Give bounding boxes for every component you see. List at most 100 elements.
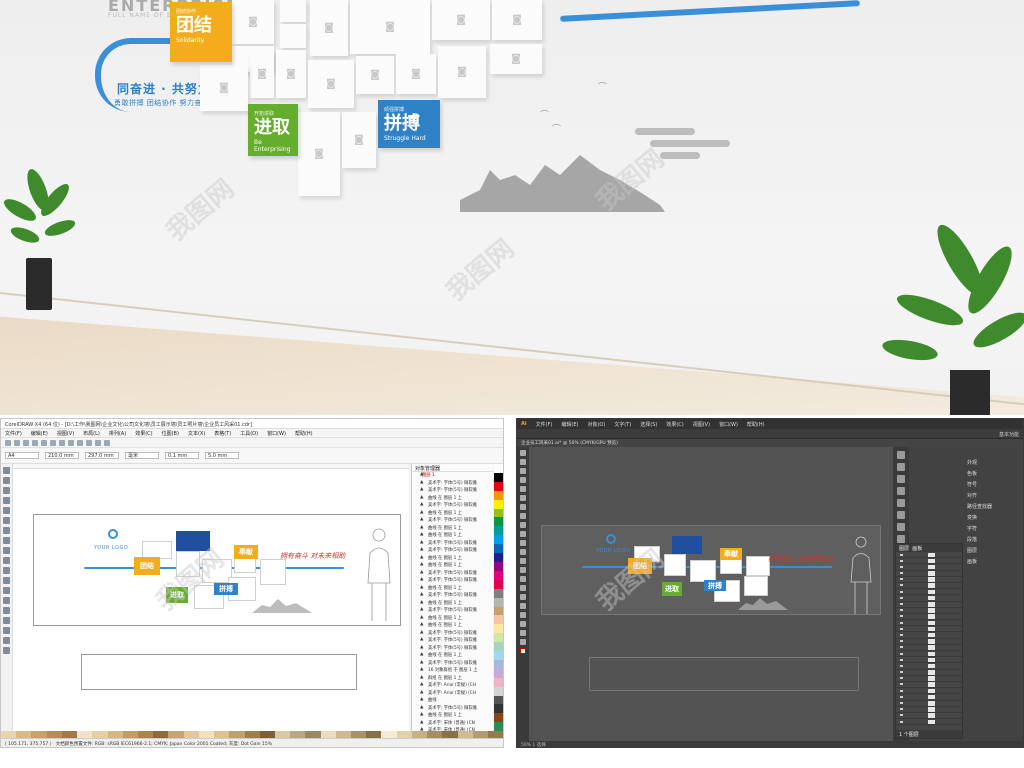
eyedropper-icon[interactable] (3, 617, 10, 624)
layer-row[interactable] (896, 719, 962, 726)
artboard-tool-icon[interactable] (520, 621, 526, 627)
polygon-tool-icon[interactable] (3, 547, 10, 554)
import-icon[interactable] (86, 439, 92, 446)
interactive-fill-icon[interactable] (3, 647, 10, 654)
height-field[interactable]: 297.0 mm (85, 452, 119, 459)
pathfinder-icon[interactable] (897, 499, 905, 507)
fill-stroke-icon[interactable] (520, 648, 526, 654)
color-swatch[interactable] (168, 731, 184, 738)
hand-tool-icon[interactable] (520, 630, 526, 636)
object-row[interactable]: 群组 在 图层 1 上 (412, 675, 493, 683)
color-swatch[interactable] (494, 597, 503, 607)
menu-item[interactable]: 排列(A) (109, 430, 126, 437)
menu-item[interactable]: 窗口(W) (719, 421, 738, 428)
color-swatch[interactable] (494, 651, 503, 660)
object-row[interactable]: 美术字: 字体(5号) 微软雅 (412, 502, 493, 510)
panel-name[interactable]: 符号 (967, 481, 1019, 492)
color-swatch[interactable] (494, 668, 503, 678)
gradient-icon[interactable] (520, 594, 526, 600)
basic-shapes-icon[interactable] (3, 557, 10, 564)
color-swatch[interactable] (494, 713, 503, 723)
color-swatch[interactable] (366, 731, 382, 738)
object-row[interactable]: 曲线 (412, 697, 493, 705)
color-swatch[interactable] (290, 731, 306, 738)
transform-icon[interactable] (897, 511, 905, 519)
symbols-icon[interactable] (897, 475, 905, 483)
menu-item[interactable]: 对象(O) (587, 421, 605, 428)
object-row[interactable]: 曲线 在 图层 1 上 (412, 652, 493, 660)
color-swatch[interactable] (457, 731, 473, 738)
object-row[interactable]: 曲线 在 图层 1 上 (412, 555, 493, 563)
shape-tool-icon[interactable] (3, 477, 10, 484)
object-row[interactable]: 曲线 在 图层 1 上 (412, 495, 493, 503)
units-field[interactable]: 毫米 (125, 452, 159, 459)
color-swatch[interactable] (16, 731, 32, 738)
brush-tool-icon[interactable] (520, 522, 526, 528)
print-icon[interactable] (32, 439, 38, 446)
free-transform-icon[interactable] (520, 576, 526, 582)
color-swatch[interactable] (494, 695, 503, 705)
color-swatch[interactable] (183, 731, 199, 738)
color-swatch[interactable] (92, 731, 108, 738)
color-swatch[interactable] (381, 731, 397, 738)
table-tool-icon[interactable] (3, 577, 10, 584)
menu-item[interactable]: 编辑(E) (31, 430, 48, 437)
color-swatch[interactable] (153, 731, 169, 738)
panel-name[interactable]: 色板 (967, 470, 1019, 481)
eraser-icon[interactable] (520, 540, 526, 546)
pen-tool-icon[interactable] (520, 486, 526, 492)
appearance-icon[interactable] (897, 451, 905, 459)
color-swatch[interactable] (494, 633, 503, 643)
color-swatch[interactable] (274, 731, 291, 738)
color-swatch[interactable] (494, 606, 503, 616)
color-swatch[interactable] (494, 490, 503, 500)
panel-name[interactable]: 路径查找器 (967, 503, 1019, 514)
menu-item[interactable]: 效果(C) (135, 430, 152, 437)
object-row[interactable]: 美术字: 字体(5号) 微软雅 (412, 487, 493, 495)
color-swatch[interactable] (494, 704, 503, 714)
eyedropper-icon[interactable] (520, 603, 526, 609)
object-row[interactable]: 美术字: 字体(5号) 微软雅 (412, 517, 493, 525)
color-swatch[interactable] (494, 722, 503, 732)
menu-item[interactable]: 帮助(H) (295, 430, 313, 437)
object-row[interactable]: 曲线 在 图层 1 上 (412, 525, 493, 533)
line-tool-icon[interactable] (520, 504, 526, 510)
object-row[interactable]: 曲线 在 图层 1 上 (412, 622, 493, 630)
object-row[interactable]: 曲线 在 图层 1 上 (412, 600, 493, 608)
color-swatch[interactable] (107, 731, 123, 738)
selection-tool-icon[interactable] (520, 450, 526, 456)
rectangle-tool-icon[interactable] (3, 527, 10, 534)
color-swatch[interactable] (494, 544, 503, 554)
color-swatch[interactable] (494, 517, 503, 527)
direct-select-icon[interactable] (520, 459, 526, 465)
color-swatch[interactable] (122, 731, 138, 738)
panel-name[interactable]: 变换 (967, 514, 1019, 525)
object-row[interactable]: 美术字: 字体(5号) 微软雅 (412, 607, 493, 615)
freehand-tool-icon[interactable] (3, 507, 10, 514)
color-swatch[interactable] (229, 731, 245, 738)
menu-item[interactable]: 文字(T) (614, 421, 631, 428)
text-tool-icon[interactable] (3, 567, 10, 574)
rectangle-tool-icon[interactable] (520, 513, 526, 519)
width-field[interactable]: 210.0 mm (45, 452, 79, 459)
workspace-switcher[interactable]: 基本功能 (999, 431, 1019, 438)
nudge-field[interactable]: 0.1 mm (165, 452, 199, 459)
object-row[interactable]: 曲线 在 图层 1 上 (412, 585, 493, 593)
pencil-tool-icon[interactable] (520, 531, 526, 537)
rotate-tool-icon[interactable] (520, 549, 526, 555)
copy-icon[interactable] (50, 439, 56, 446)
object-row[interactable]: 曲线 在 图层 1 上 (412, 532, 493, 540)
color-swatch[interactable] (494, 481, 503, 491)
color-swatch[interactable] (494, 615, 503, 625)
crop-tool-icon[interactable] (3, 487, 10, 494)
menu-item[interactable]: 视图(V) (57, 430, 74, 437)
menu-item[interactable]: 文件(F) (536, 421, 553, 428)
color-swatch[interactable] (351, 731, 367, 738)
menu-item[interactable]: 布局(L) (83, 430, 100, 437)
color-swatch[interactable] (494, 659, 503, 669)
color-swatch[interactable] (494, 535, 503, 545)
width-tool-icon[interactable] (520, 567, 526, 573)
color-swatch[interactable] (494, 677, 503, 687)
object-row[interactable]: 美术字: 字体(5号) 微软雅 (412, 480, 493, 488)
object-row[interactable]: 曲线 在 图层 1 上 (412, 615, 493, 623)
